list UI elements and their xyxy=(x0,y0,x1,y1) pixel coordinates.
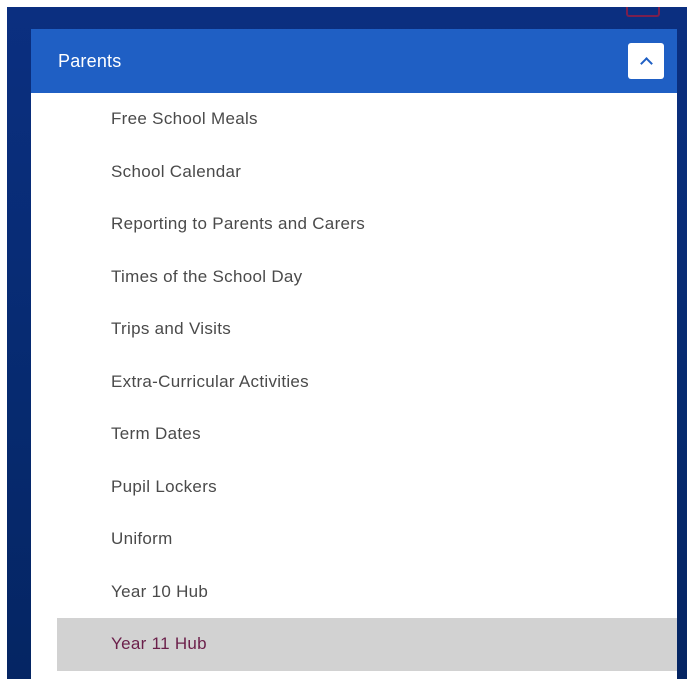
page-background: Parents Free School Meals School Calenda… xyxy=(7,7,687,679)
top-partial-button[interactable] xyxy=(626,7,660,17)
collapse-button[interactable] xyxy=(628,43,664,79)
menu-item-uniform[interactable]: Uniform xyxy=(31,513,677,566)
section-title: Parents xyxy=(58,50,122,71)
menu-item-free-school-meals[interactable]: Free School Meals xyxy=(31,93,677,146)
menu-item-year-11-hub[interactable]: Year 11 Hub xyxy=(57,618,677,671)
menu-item-times-of-school-day[interactable]: Times of the School Day xyxy=(31,251,677,304)
menu-item-reporting-to-parents[interactable]: Reporting to Parents and Carers xyxy=(31,198,677,251)
menu-item-trips-and-visits[interactable]: Trips and Visits xyxy=(31,303,677,356)
chevron-up-icon xyxy=(639,56,653,70)
menu-item-extra-curricular[interactable]: Extra-Curricular Activities xyxy=(31,356,677,409)
menu-item-year-10-hub[interactable]: Year 10 Hub xyxy=(31,566,677,619)
section-header[interactable]: Parents xyxy=(31,29,677,93)
submenu-list: Free School Meals School Calendar Report… xyxy=(31,93,677,671)
parents-menu-panel: Parents Free School Meals School Calenda… xyxy=(31,29,677,679)
menu-item-term-dates[interactable]: Term Dates xyxy=(31,408,677,461)
menu-item-school-calendar[interactable]: School Calendar xyxy=(31,146,677,199)
menu-item-pupil-lockers[interactable]: Pupil Lockers xyxy=(31,461,677,514)
